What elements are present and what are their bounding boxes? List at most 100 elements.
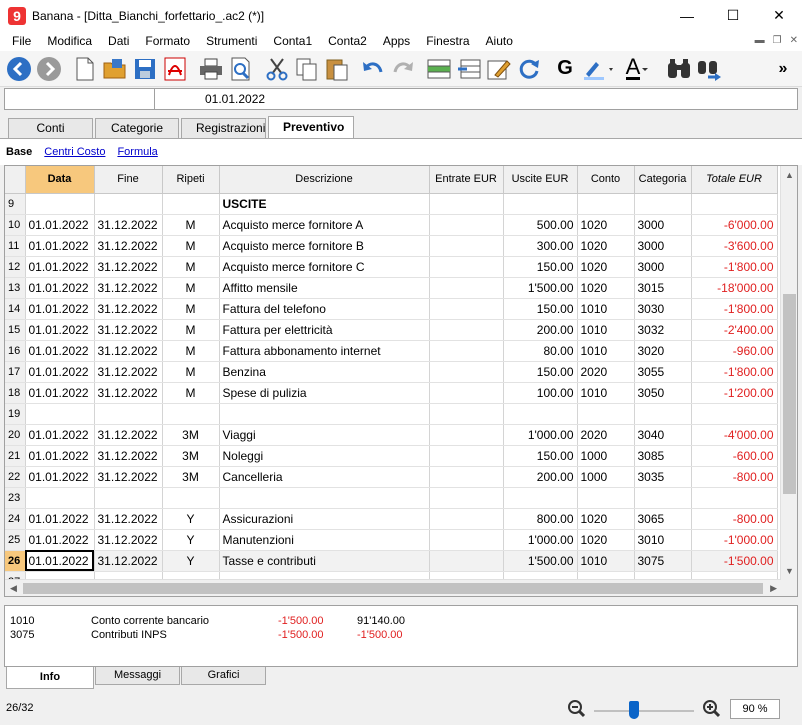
binoculars-icon[interactable]: [664, 54, 694, 84]
find-next-icon[interactable]: [694, 54, 724, 84]
column-header-descrizione[interactable]: Descrizione: [219, 166, 430, 194]
column-header-totale[interactable]: Totale EUR: [691, 166, 778, 194]
maximize-button[interactable]: ☐: [710, 0, 756, 31]
cell-totale[interactable]: [691, 403, 778, 425]
cell-descrizione[interactable]: Noleggi: [219, 445, 430, 467]
cell-uscite[interactable]: 150.00: [503, 256, 578, 278]
row-number[interactable]: 18: [5, 382, 26, 404]
row-number[interactable]: 9: [5, 193, 26, 215]
cell-data[interactable]: 01.01.2022: [25, 424, 95, 446]
vertical-scroll-thumb[interactable]: [783, 294, 796, 494]
row-number[interactable]: 11: [5, 235, 26, 257]
cell-fine[interactable]: 31.12.2022: [94, 424, 163, 446]
cut-icon[interactable]: [262, 54, 292, 84]
cell-entrate[interactable]: [429, 466, 504, 488]
close-button[interactable]: ✕: [756, 0, 802, 31]
horizontal-scrollbar[interactable]: ◀ ▶: [5, 579, 781, 596]
cell-ripeti[interactable]: 3M: [162, 466, 220, 488]
table-row[interactable]: 21 01.01.2022 31.12.2022 3M Noleggi 150.00 100…: [5, 445, 778, 467]
cell-entrate[interactable]: [429, 403, 504, 425]
cell-ripeti[interactable]: [162, 193, 220, 215]
delete-row-icon[interactable]: [454, 54, 484, 84]
cell-data[interactable]: 01.01.2022: [25, 298, 95, 320]
cell-fine[interactable]: 31.12.2022: [94, 256, 163, 278]
zoom-out-icon[interactable]: [567, 699, 586, 722]
cell-ripeti[interactable]: M: [162, 319, 220, 341]
bold-icon[interactable]: G: [550, 54, 580, 84]
undo-icon[interactable]: [358, 54, 388, 84]
cell-conto[interactable]: 1020: [577, 508, 635, 530]
table-row[interactable]: 12 01.01.2022 31.12.2022 M Acquisto merce fo…: [5, 256, 778, 278]
table-row[interactable]: 15 01.01.2022 31.12.2022 M Fattura per elett…: [5, 319, 778, 341]
cell-conto[interactable]: 1020: [577, 235, 635, 257]
menu-dati[interactable]: Dati: [100, 31, 137, 51]
table-row[interactable]: 11 01.01.2022 31.12.2022 M Acquisto merce fo…: [5, 235, 778, 257]
cell-descrizione[interactable]: Tasse e contributi: [219, 550, 430, 572]
cell-entrate[interactable]: [429, 319, 504, 341]
row-number[interactable]: 22: [5, 466, 26, 488]
cell-categoria[interactable]: 3040: [634, 424, 692, 446]
save-icon[interactable]: [130, 54, 160, 84]
cell-ripeti[interactable]: M: [162, 256, 220, 278]
cell-totale[interactable]: [691, 487, 778, 509]
cell-uscite[interactable]: 300.00: [503, 235, 578, 257]
cell-data[interactable]: 01.01.2022: [25, 235, 95, 257]
cell-ripeti[interactable]: [162, 403, 220, 425]
vertical-scrollbar[interactable]: ▲ ▼: [780, 166, 797, 596]
redo-icon[interactable]: [388, 54, 418, 84]
table-row[interactable]: 19: [5, 403, 778, 425]
zoom-slider-track[interactable]: [594, 710, 694, 712]
cell-descrizione[interactable]: Acquisto merce fornitore A: [219, 214, 430, 236]
print-preview-icon[interactable]: [226, 54, 256, 84]
tab-conti[interactable]: Conti: [8, 118, 93, 138]
cell-descrizione[interactable]: Fattura abbonamento internet: [219, 340, 430, 362]
cell-fine[interactable]: 31.12.2022: [94, 277, 163, 299]
cell-fine[interactable]: 31.12.2022: [94, 529, 163, 551]
cell-conto[interactable]: 1010: [577, 298, 635, 320]
zoom-level-field[interactable]: 90 %: [730, 699, 780, 719]
column-header-conto[interactable]: Conto: [577, 166, 635, 194]
cell-conto[interactable]: [577, 403, 635, 425]
cell-totale[interactable]: -1'800.00: [691, 256, 778, 278]
row-number[interactable]: 12: [5, 256, 26, 278]
cell-ripeti[interactable]: M: [162, 382, 220, 404]
cell-entrate[interactable]: [429, 298, 504, 320]
menu-conta2[interactable]: Conta2: [320, 31, 375, 51]
cell-totale[interactable]: -18'000.00: [691, 277, 778, 299]
cell-totale[interactable]: -3'600.00: [691, 235, 778, 257]
cell-categoria[interactable]: 3020: [634, 340, 692, 362]
cell-uscite[interactable]: 500.00: [503, 214, 578, 236]
column-header-entrate[interactable]: Entrate EUR: [429, 166, 504, 194]
tab-messaggi[interactable]: Messaggi: [95, 667, 180, 685]
cell-entrate[interactable]: [429, 193, 504, 215]
cell-conto[interactable]: 1000: [577, 445, 635, 467]
cell-categoria[interactable]: 3085: [634, 445, 692, 467]
row-number[interactable]: 17: [5, 361, 26, 383]
cell-fine[interactable]: 31.12.2022: [94, 214, 163, 236]
cell-data[interactable]: 01.01.2022: [25, 445, 95, 467]
table-row[interactable]: 18 01.01.2022 31.12.2022 M Spese di pulizia 1…: [5, 382, 778, 404]
cell-conto[interactable]: [577, 487, 635, 509]
cell-totale[interactable]: -4'000.00: [691, 424, 778, 446]
table-row[interactable]: 17 01.01.2022 31.12.2022 M Benzina 150.00 2020…: [5, 361, 778, 383]
cell-ripeti[interactable]: 3M: [162, 445, 220, 467]
cell-data[interactable]: 01.01.2022: [25, 466, 95, 488]
cell-uscite[interactable]: 200.00: [503, 319, 578, 341]
cell-totale[interactable]: -1'500.00: [691, 550, 778, 572]
row-number[interactable]: 15: [5, 319, 26, 341]
cell-totale[interactable]: [691, 193, 778, 215]
cell-conto[interactable]: 2020: [577, 424, 635, 446]
cell-descrizione[interactable]: Benzina: [219, 361, 430, 383]
tab-categorie[interactable]: Categorie: [95, 118, 179, 138]
table-row[interactable]: 13 01.01.2022 31.12.2022 M Affitto mensile 1'…: [5, 277, 778, 299]
menu-strumenti[interactable]: Strumenti: [198, 31, 265, 51]
cell-fine[interactable]: 31.12.2022: [94, 235, 163, 257]
pdf-icon[interactable]: [160, 54, 190, 84]
row-number[interactable]: 10: [5, 214, 26, 236]
table-row[interactable]: 9 USCITE: [5, 193, 778, 215]
cell-ripeti[interactable]: M: [162, 235, 220, 257]
cell-descrizione[interactable]: Acquisto merce fornitore B: [219, 235, 430, 257]
cell-descrizione[interactable]: Cancelleria: [219, 466, 430, 488]
cell-conto[interactable]: 1010: [577, 550, 635, 572]
menu-finestra[interactable]: Finestra: [418, 31, 477, 51]
